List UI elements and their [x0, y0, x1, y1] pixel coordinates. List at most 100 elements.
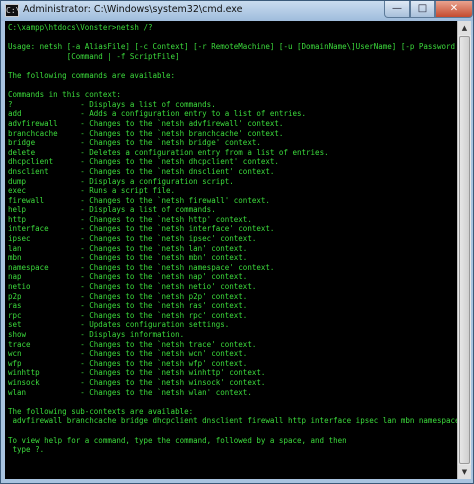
- command-description: - Changes to the `netsh http' context.: [80, 214, 252, 224]
- command-name: wfp: [8, 358, 22, 368]
- title-bar[interactable]: C:\ Administrator: C:\Windows\system32\c…: [1, 1, 473, 21]
- command-name: interface: [8, 224, 49, 234]
- command-description: - Changes to the `netsh wcn' context.: [80, 349, 248, 359]
- command-padding: [26, 388, 80, 397]
- vertical-scrollbar[interactable]: ▲ ▼: [457, 21, 471, 479]
- command-name: rpc: [8, 310, 22, 320]
- command-row: nap - Changes to the `netsh nap' context…: [8, 272, 247, 281]
- command-description: - Changes to the `netsh mbn' context.: [80, 253, 248, 263]
- command-name: delete: [8, 147, 36, 157]
- command-row: ? - Displays a list of commands.: [8, 100, 216, 109]
- command-description: - Changes to the `netsh lan' context.: [80, 243, 248, 253]
- command-row: wcn - Changes to the `netsh wcn' context…: [8, 349, 247, 358]
- command-row: branchcache - Changes to the `netsh bran…: [8, 129, 283, 138]
- command-row: dnsclient - Changes to the `netsh dnscli…: [8, 167, 274, 176]
- command-description: - Changes to the `netsh bridge' context.: [80, 138, 261, 148]
- command-name: lan: [8, 243, 22, 253]
- command-row: mbn - Changes to the `netsh mbn' context…: [8, 253, 247, 262]
- console-output[interactable]: C:\xampp\htdocs\Vonster>netsh /? Usage: …: [5, 21, 457, 479]
- close-button[interactable]: ✕: [435, 1, 473, 18]
- command-name: exec: [8, 186, 27, 196]
- command-description: - Changes to the `netsh nap' context.: [80, 272, 248, 282]
- command-padding: [22, 253, 81, 262]
- command-row: set - Updates configuration settings.: [8, 320, 229, 329]
- command-padding: [22, 109, 81, 118]
- scrollbar-thumb[interactable]: [459, 36, 470, 464]
- command-padding: [26, 215, 80, 224]
- context-header: Commands in this context:: [8, 90, 121, 100]
- window-title: Administrator: C:\Windows\system32\cmd.e…: [23, 4, 243, 15]
- available-header: The following commands are available:: [8, 70, 176, 80]
- command-row: bridge - Changes to the `netsh bridge' c…: [8, 138, 261, 147]
- command-padding: [22, 292, 81, 301]
- command-description: - Changes to the `netsh dhcpclient' cont…: [80, 157, 279, 167]
- command-padding: [35, 138, 80, 147]
- help-line-1: To view help for a command, type the com…: [8, 435, 347, 445]
- command-description: - Changes to the `netsh namespace' conte…: [80, 262, 275, 272]
- minimize-button[interactable]: —: [384, 1, 410, 18]
- console-text: C:\xampp\htdocs\Vonster>netsh /? Usage: …: [5, 21, 457, 455]
- command-name: trace: [8, 339, 31, 349]
- command-name: mbn: [8, 253, 22, 263]
- command-padding: [13, 100, 81, 109]
- command-name: firewall: [8, 195, 45, 205]
- command-padding: [31, 234, 81, 243]
- command-padding: [22, 272, 81, 281]
- command-description: - Changes to the `netsh wlan' context.: [80, 387, 252, 397]
- command-name: p2p: [8, 291, 22, 301]
- command-name: advfirewall: [8, 118, 58, 128]
- command-name: http: [8, 214, 27, 224]
- command-description: - Adds a configuration entry to a list o…: [80, 109, 307, 119]
- command-row: netio - Changes to the `netsh netio' con…: [8, 282, 256, 291]
- command-name: dump: [8, 176, 27, 186]
- command-padding: [40, 378, 81, 387]
- subcontexts-list: advfirewall branchcache bridge dhcpclien…: [8, 416, 458, 426]
- command-padding: [35, 148, 80, 157]
- command-description: - Displays information.: [80, 330, 185, 339]
- cmd-app-icon[interactable]: C:\: [5, 4, 20, 17]
- command-row: ipsec - Changes to the `netsh ipsec' con…: [8, 234, 256, 243]
- command-row: namespace - Changes to the `netsh namesp…: [8, 263, 274, 272]
- subcontexts-header: The following sub-contexts are available…: [8, 406, 194, 416]
- command-name: ipsec: [8, 234, 31, 244]
- command-row: dump - Displays a configuration script.: [8, 177, 234, 186]
- command-row: show - Displays information.: [8, 330, 184, 339]
- command-name: dnsclient: [8, 166, 49, 176]
- command-description: - Changes to the `netsh trace' context.: [80, 339, 257, 349]
- command-row: delete - Deletes a configuration entry f…: [8, 148, 329, 157]
- command-description: - Changes to the `netsh dnsclient' conte…: [80, 166, 275, 176]
- command-name: winsock: [8, 377, 40, 387]
- command-description: - Changes to the `netsh interface' conte…: [80, 224, 275, 234]
- command-padding: [49, 263, 81, 272]
- usage-line-1: Usage: netsh [-a AliasFile] [-c Context]…: [8, 42, 457, 52]
- command-description: - Changes to the `netsh rpc' context.: [80, 310, 248, 320]
- command-row: wfp - Changes to the `netsh wfp' context…: [8, 359, 247, 368]
- command-name: netio: [8, 282, 31, 292]
- command-row: trace - Changes to the `netsh trace' con…: [8, 340, 256, 349]
- command-name: show: [8, 330, 27, 339]
- scroll-down-arrow-icon[interactable]: ▼: [458, 465, 471, 479]
- command-padding: [22, 359, 81, 368]
- scroll-up-arrow-icon[interactable]: ▲: [458, 21, 471, 35]
- command-row: winsock - Changes to the `netsh winsock'…: [8, 378, 265, 387]
- command-padding: [49, 167, 81, 176]
- command-row: add - Adds a configuration entry to a li…: [8, 109, 306, 118]
- command-padding: [26, 186, 80, 195]
- command-padding: [49, 224, 81, 233]
- command-name: wlan: [8, 387, 27, 397]
- command-padding: [26, 177, 80, 186]
- command-name: set: [8, 320, 22, 330]
- command-padding: [40, 368, 81, 377]
- command-name: bridge: [8, 138, 36, 148]
- command-padding: [26, 205, 80, 214]
- maximize-button[interactable]: □: [410, 1, 435, 18]
- command-description: - Changes to the `netsh ipsec' context.: [80, 234, 257, 244]
- command-padding: [58, 129, 81, 138]
- usage-line-2: [Command | -f ScriptFile]: [8, 51, 180, 61]
- command-description: - Displays a configuration script.: [80, 176, 234, 186]
- cmd-window: C:\ Administrator: C:\Windows\system32\c…: [0, 0, 474, 484]
- command-row: lan - Changes to the `netsh lan' context…: [8, 244, 247, 253]
- command-padding: [26, 330, 80, 339]
- command-row: winhttp - Changes to the `netsh winhttp'…: [8, 368, 265, 377]
- command-row: exec - Runs a script file.: [8, 186, 175, 195]
